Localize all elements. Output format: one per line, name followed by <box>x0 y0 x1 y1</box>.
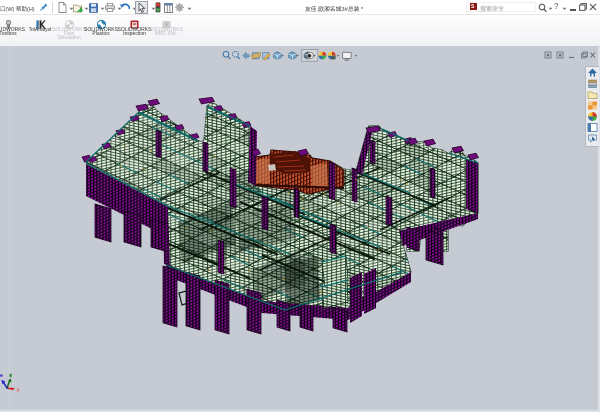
svg-text:x: x <box>17 388 20 394</box>
